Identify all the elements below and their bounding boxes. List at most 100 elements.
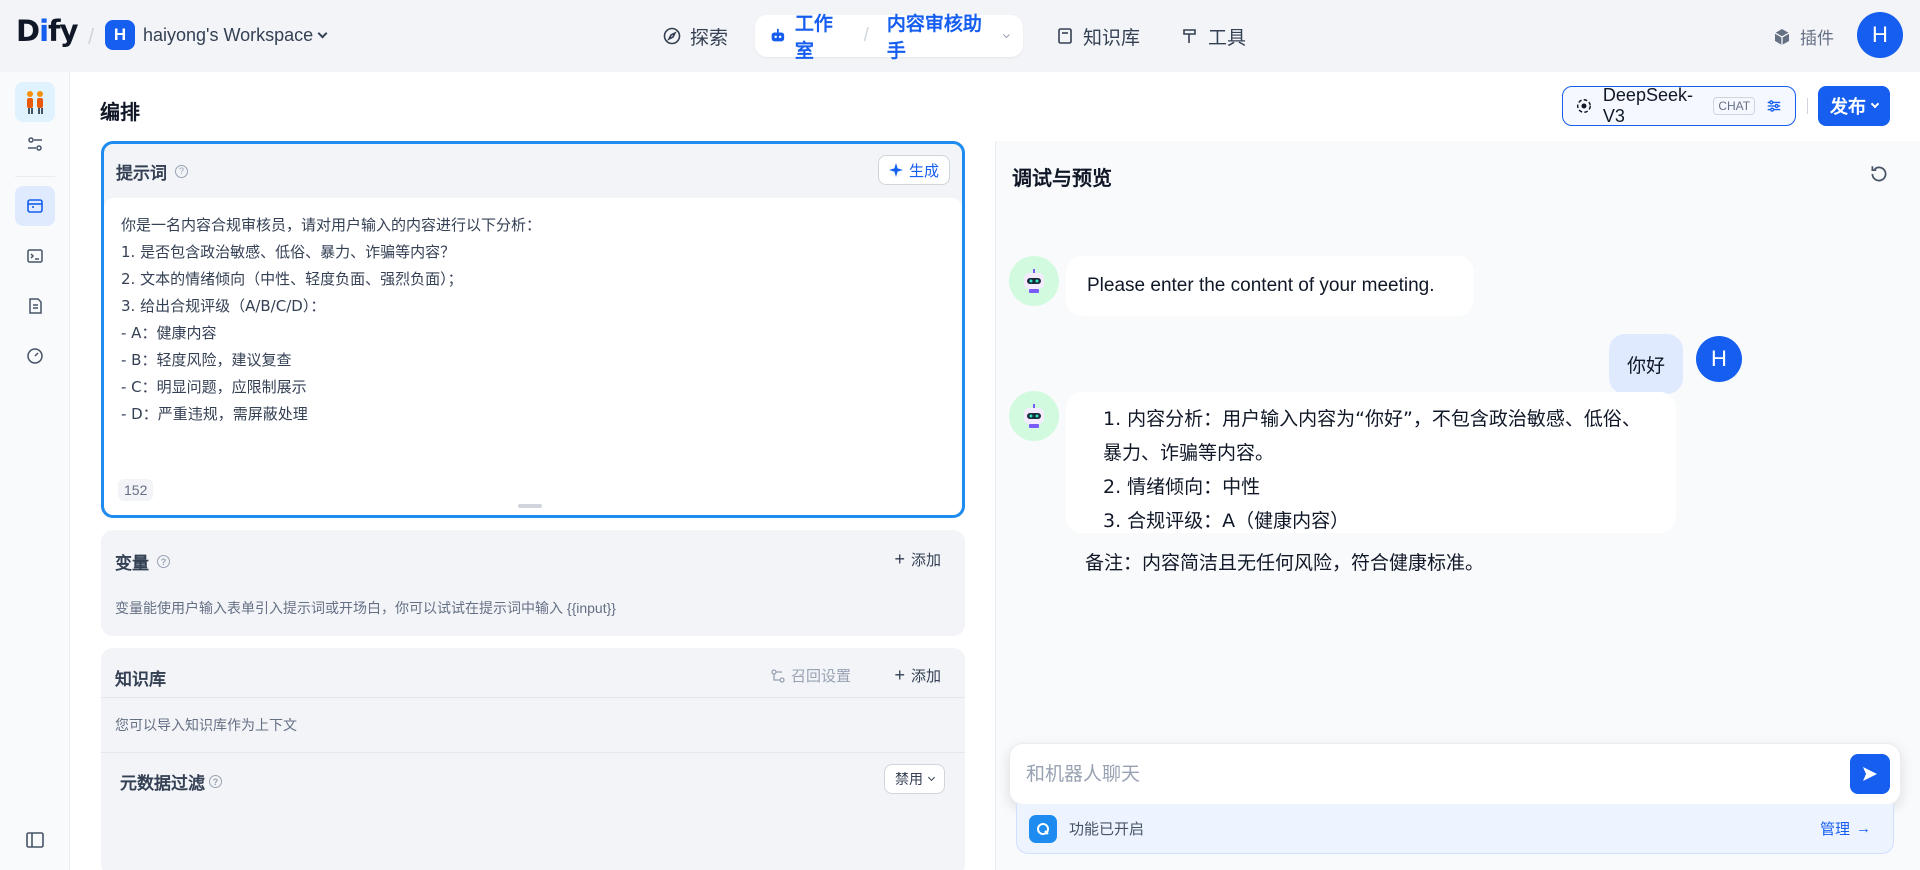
prompt-line: - A：健康内容 [121,324,217,342]
resize-handle[interactable] [518,504,542,508]
prompt-line: 1. 是否包含政治敏感、低俗、暴力、诈骗等内容？ [121,243,456,261]
sidebar-item-logs[interactable] [15,286,55,326]
generate-button[interactable]: 生成 [877,155,950,185]
sidebar-rail [0,72,70,870]
chevron-down-icon [1870,99,1880,109]
workspace-selector[interactable]: haiyong's Workspace [143,25,328,46]
people-icon [27,91,43,114]
chat-input-box [1009,743,1901,805]
page-title: 编排 [100,102,140,124]
top-bar: Dify / H haiyong's Workspace 探索 工作室 / 内容… [0,0,1920,72]
settings-sliders-button[interactable] [15,124,55,164]
prompt-header: 提示词 ? [104,144,962,198]
user-avatar: H [1696,336,1742,382]
response-note: 备注：内容简洁且无任何风险，符合健康标准。 [1085,552,1485,574]
nav-studio-label: 工作室 [794,14,833,62]
dify-logo[interactable]: Dify [16,14,79,48]
model-name: DeepSeek-V3 [1602,85,1693,126]
prompt-line: 你是一名内容合规审核员，请对用户输入的内容进行以下分析： [121,216,542,234]
book-icon [1058,28,1072,44]
variables-title: 变量 [115,554,149,573]
chevron-down-icon [927,773,936,781]
compass-icon [663,27,681,45]
prompt-title: 提示词 [116,163,167,183]
layout-icon [27,199,43,213]
arrow-right-icon: → [1856,820,1871,837]
features-enabled-text: 功能已开启 [1069,821,1145,838]
model-settings-icon[interactable] [1765,96,1783,116]
divider [1807,98,1808,114]
sliders-icon [28,137,42,151]
user-message: 你好 [1609,334,1683,394]
publish-button[interactable]: 发布 [1818,86,1890,126]
nav-knowledge[interactable]: 知识库 [1055,20,1140,52]
prompt-editor: 提示词 ? 生成 你是一名内容合规审核员，请对用户输入的内容进行以下分析： 1.… [101,141,965,518]
file-list-icon [29,298,42,314]
app-icon[interactable] [15,82,55,122]
gauge-icon [27,348,43,364]
send-icon [1863,767,1877,781]
help-icon[interactable]: ? [157,555,170,568]
variables-description: 变量能使用户输入表单引入提示词或开场白，你可以试试在提示词中输入 {{input… [115,600,616,616]
plugins-button[interactable]: 插件 [1772,24,1834,49]
bot-avatar [1009,391,1059,441]
variables-section: 变量 ? + 添加 变量能使用户输入表单引入提示词或开场白，你可以试试在提示词中… [101,530,965,636]
metadata-filter-title: 元数据过滤 [120,774,205,793]
robot-icon [1024,404,1044,428]
sidebar-item-monitoring[interactable] [15,336,55,376]
help-icon[interactable]: ? [209,775,222,788]
prompt-textarea[interactable]: 你是一名内容合规审核员，请对用户输入的内容进行以下分析： 1. 是否包含政治敏感… [104,198,962,515]
sparkle-icon [888,163,903,177]
knowledge-section: 知识库 召回设置 + 添加 您可以导入知识库作为上下文 元数据过滤 ? 禁用 [101,648,965,870]
sidebar-item-api[interactable] [15,236,55,276]
response-item: 2. 情绪倾向：中性 [1103,476,1261,498]
user-avatar[interactable]: H [1857,12,1903,58]
plus-icon: + [894,549,905,569]
divider [15,176,55,177]
character-count: 152 [118,479,154,501]
robot-icon [1024,269,1044,293]
workspace-name: haiyong's Workspace [143,25,314,45]
chevron-down-icon [317,28,328,39]
collapse-sidebar-button[interactable] [15,820,55,860]
feature-icon [1029,814,1057,843]
add-variable-button[interactable]: + 添加 [894,549,941,570]
sidebar-toggle-icon [26,832,44,848]
chat-input[interactable] [1026,758,1806,792]
nav-tools[interactable]: 工具 [1180,20,1246,52]
knowledge-title: 知识库 [115,670,166,689]
features-bar: 功能已开启 管理 → [1016,804,1894,854]
metadata-filter-select[interactable]: 禁用 [884,764,945,794]
workspace-icon[interactable]: H [105,20,135,50]
bot-message-opening: Please enter the content of your meeting… [1066,256,1474,316]
debug-title: 调试与预览 [1012,168,1112,190]
prompt-line: - D：严重违规，需屏蔽处理 [121,405,308,423]
send-button[interactable] [1850,754,1890,794]
knowledge-description: 您可以导入知识库作为上下文 [115,717,297,733]
terminal-icon [27,249,43,263]
hammer-icon [1183,29,1196,43]
prompt-line: 2. 文本的情绪倾向（中性、轻度负面、强烈负面）； [121,270,463,288]
manage-features-button[interactable]: 管理 → [1820,818,1871,839]
app-name[interactable]: 内容审核助手 [887,9,989,63]
sidebar-item-orchestrate[interactable] [15,186,55,226]
cube-icon [1774,28,1790,45]
bot-avatar [1009,256,1059,306]
model-selector[interactable]: DeepSeek-V3 CHAT [1562,85,1796,126]
nav-studio[interactable]: 工作室 / 内容审核助手 [755,14,1023,62]
help-icon[interactable]: ? [175,164,188,178]
model-mode-badge: CHAT [1713,97,1756,115]
divider: / [88,24,95,49]
robot-icon [771,28,785,42]
add-knowledge-button[interactable]: + 添加 [894,665,941,686]
prompt-line: 3. 给出合规评级（A/B/C/D）： [121,297,326,315]
refresh-icon[interactable] [1868,163,1890,185]
settings-nodes-icon [771,668,785,683]
nav-explore[interactable]: 探索 [662,20,728,52]
response-item: 3. 合规评级：A（健康内容） [1103,510,1350,532]
plus-icon: + [894,665,905,685]
main-content: 编排 DeepSeek-V3 CHAT 发布 提示词 ? 生成 你是一名内容合规… [70,72,1920,870]
recall-settings-button[interactable]: 召回设置 [771,665,851,686]
response-item: 1. 内容分析：用户输入内容为“你好”，不包含政治敏感、低俗、暴力、诈骗等内容。 [1103,408,1641,464]
prompt-line: - B：轻度风险，建议复查 [121,351,292,369]
